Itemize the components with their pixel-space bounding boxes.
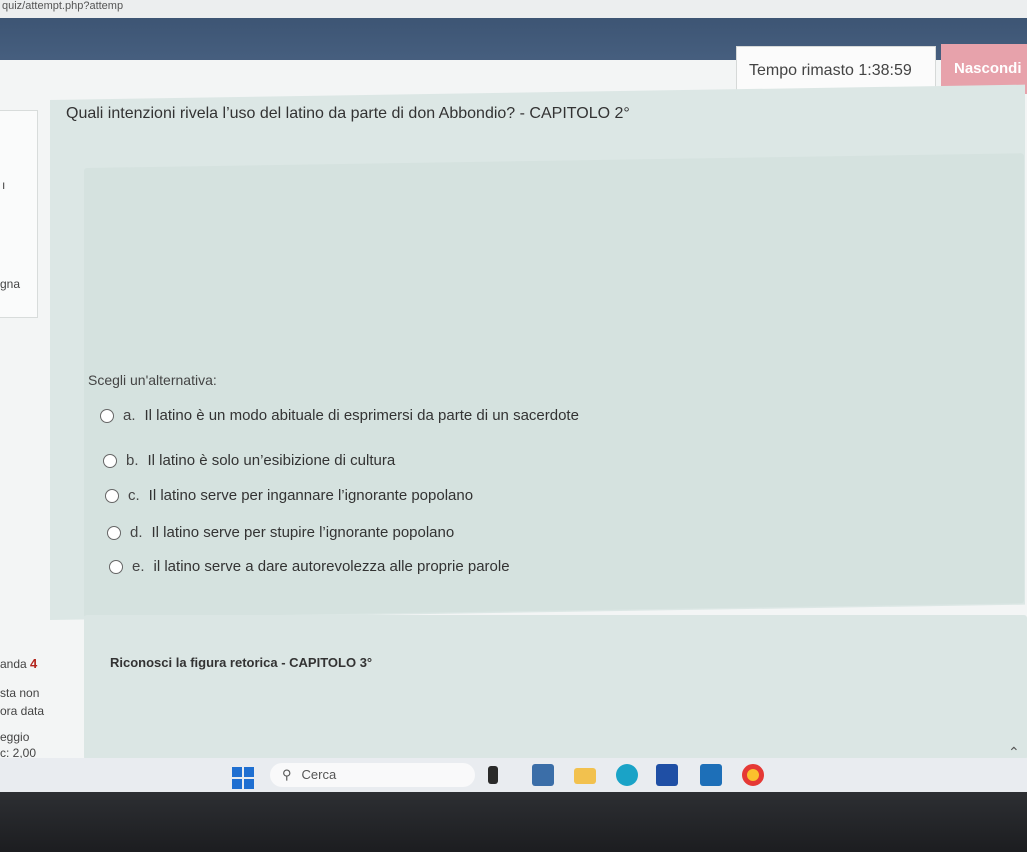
windows-taskbar [0,758,1027,792]
status-line-2: ora data [0,704,45,718]
url-text: quiz/attempt.php?attemp [2,0,124,12]
score-label: eggio [0,730,30,744]
side-fragment-2: gna [0,277,21,291]
question-number: 4 [30,656,38,671]
status-line-1: sta non [0,686,40,700]
radio-c[interactable] [105,488,119,503]
radio-b[interactable] [103,453,117,468]
screen-bezel [0,792,1027,852]
next-question-text: Riconosci la figura retorica - CAPITOLO … [110,655,373,670]
radio-d[interactable] [107,525,121,540]
option-e-letter: e. [132,558,145,575]
question-label: anda 4 [0,656,38,671]
option-c[interactable]: c. Il latino serve per ingannare l’ignor… [105,487,473,504]
option-b-text: Il latino è solo un’esibizione di cultur… [147,452,396,469]
chrome-icon[interactable] [742,764,764,786]
option-d-letter: d. [130,524,143,541]
side-fragment-1: ı [2,178,6,192]
option-d[interactable]: d. Il latino serve per stupire l’ignoran… [107,524,454,541]
option-a-text: Il latino è un modo abituale di esprimer… [144,407,579,424]
chevron-up-icon[interactable]: ⌃ [1008,744,1020,761]
question-text: Quali intenzioni rivela l’uso del latino… [66,105,630,122]
browser-url-bar[interactable]: quiz/attempt.php?attemp [0,0,1027,18]
store-icon[interactable] [656,764,678,786]
search-icon: ⚲ [282,767,292,782]
option-d-text: Il latino serve per stupire l’ignorante … [151,524,455,541]
next-question-card [84,615,1027,760]
option-b-letter: b. [126,452,139,469]
windows-start-icon[interactable] [232,767,254,789]
timer-label: Tempo rimasto [749,62,854,79]
answer-prompt: Scegli un'alternativa: [88,372,217,388]
edge-icon[interactable] [616,764,638,786]
radio-a[interactable] [100,408,114,423]
radio-e[interactable] [109,559,123,574]
hide-button-label: Nascondi [954,60,1022,77]
option-c-letter: c. [128,487,140,504]
search-placeholder: Cerca [301,767,337,782]
answer-box [84,153,1024,618]
mail-icon[interactable] [700,764,722,786]
timer-value: 1:38:59 [858,62,912,79]
file-explorer-icon[interactable] [574,768,596,784]
taskbar-search-input[interactable]: ⚲ Cerca [270,763,475,787]
task-view-icon[interactable] [488,766,498,784]
option-a-letter: a. [123,407,136,424]
option-a[interactable]: a. Il latino è un modo abituale di espri… [100,407,579,424]
widgets-icon[interactable] [532,764,554,786]
option-c-text: Il latino serve per ingannare l’ignorant… [148,487,474,504]
option-e[interactable]: e. il latino serve a dare autorevolezza … [109,558,510,575]
option-e-text: il latino serve a dare autorevolezza all… [153,558,510,575]
option-b[interactable]: b. Il latino è solo un’esibizione di cul… [103,452,395,469]
